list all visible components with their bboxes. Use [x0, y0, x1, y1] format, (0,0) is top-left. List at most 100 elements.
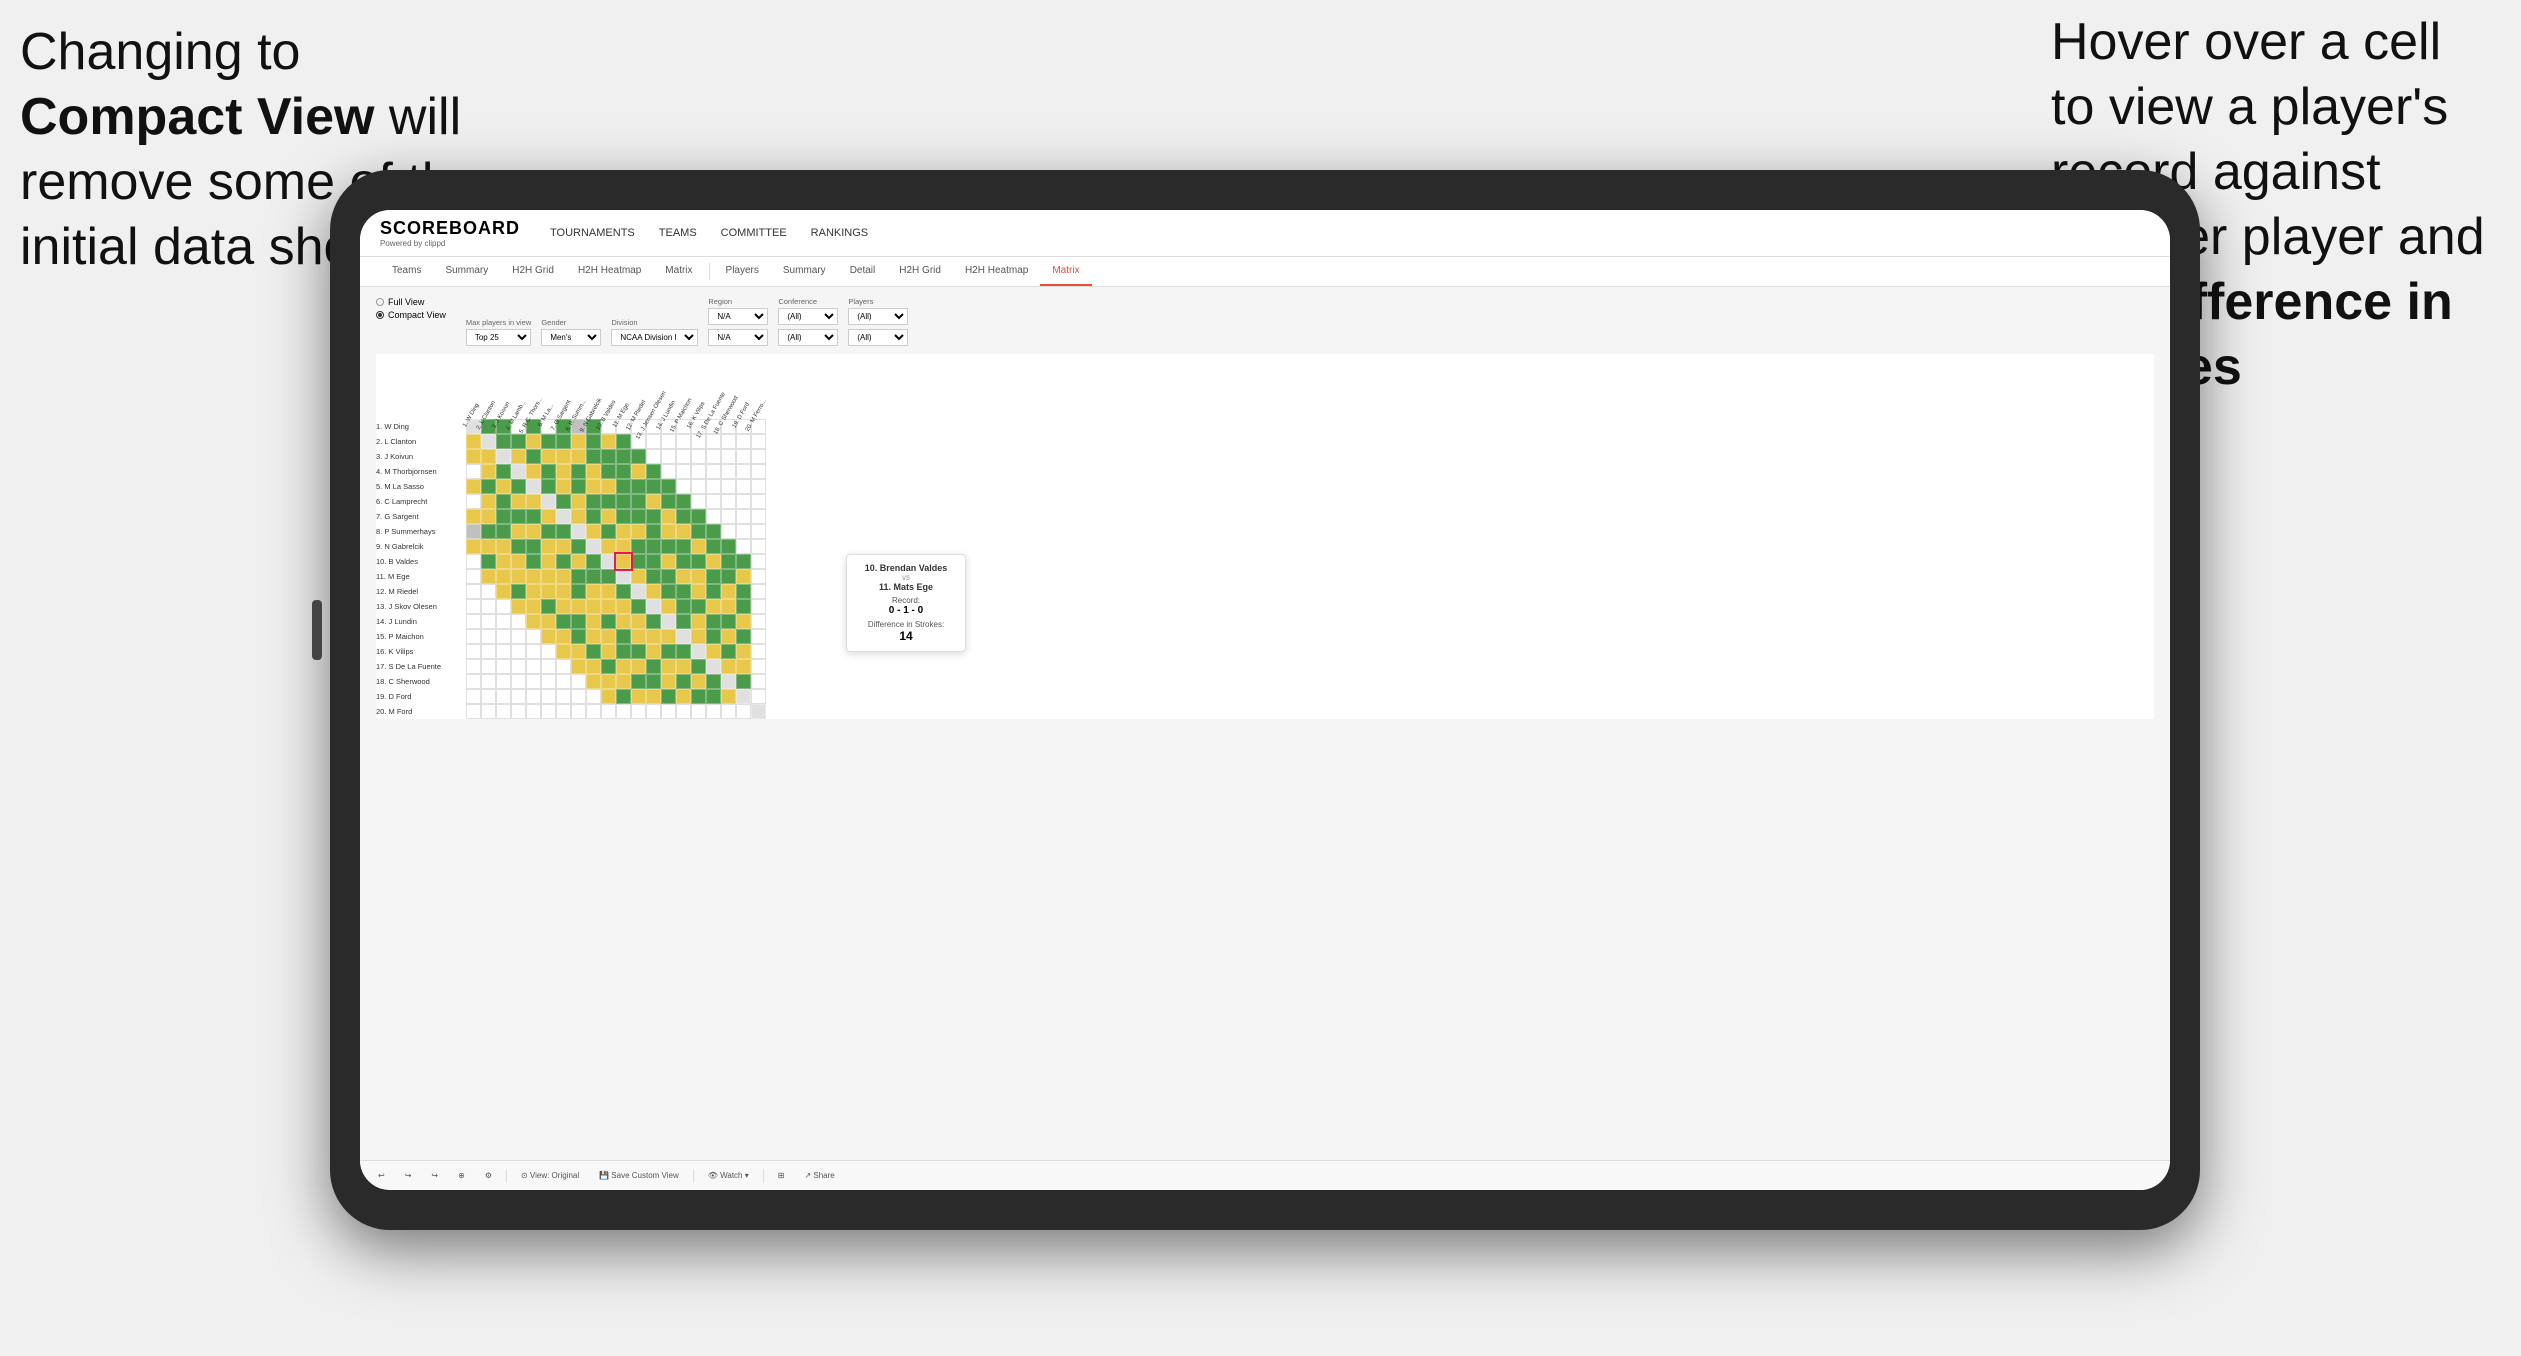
- cell-14-1[interactable]: [466, 614, 481, 629]
- cell-12-17[interactable]: [706, 584, 721, 599]
- cell-16-17[interactable]: [706, 644, 721, 659]
- cell-7-14[interactable]: [661, 509, 676, 524]
- cell-2-4[interactable]: [511, 434, 526, 449]
- filter-players-select[interactable]: (All): [848, 308, 908, 325]
- cell-5-5[interactable]: [526, 479, 541, 494]
- cell-9-8[interactable]: [571, 539, 586, 554]
- cell-19-10[interactable]: [601, 689, 616, 704]
- cell-4-2[interactable]: [481, 464, 496, 479]
- cell-15-9[interactable]: [586, 629, 601, 644]
- cell-4-4[interactable]: [511, 464, 526, 479]
- cell-13-11[interactable]: [616, 599, 631, 614]
- cell-6-18[interactable]: [721, 494, 736, 509]
- undo-btn[interactable]: ↩: [372, 1169, 391, 1182]
- cell-17-20[interactable]: [751, 659, 766, 674]
- cell-6-15[interactable]: [676, 494, 691, 509]
- cell-11-13[interactable]: [646, 569, 661, 584]
- cell-3-12[interactable]: [631, 449, 646, 464]
- cell-2-18[interactable]: [721, 434, 736, 449]
- cell-18-8[interactable]: [571, 674, 586, 689]
- share-btn[interactable]: ↗ Share: [798, 1169, 840, 1182]
- cell-4-18[interactable]: [721, 464, 736, 479]
- cell-14-4[interactable]: [511, 614, 526, 629]
- cell-13-3[interactable]: [496, 599, 511, 614]
- cell-16-4[interactable]: [511, 644, 526, 659]
- cell-6-10[interactable]: [601, 494, 616, 509]
- cell-19-14[interactable]: [661, 689, 676, 704]
- cell-7-12[interactable]: [631, 509, 646, 524]
- cell-11-7[interactable]: [556, 569, 571, 584]
- cell-12-5[interactable]: [526, 584, 541, 599]
- nav-committee[interactable]: COMMITTEE: [721, 223, 787, 243]
- cell-11-4[interactable]: [511, 569, 526, 584]
- cell-6-13[interactable]: [646, 494, 661, 509]
- cell-6-20[interactable]: [751, 494, 766, 509]
- cell-12-9[interactable]: [586, 584, 601, 599]
- cell-6-1[interactable]: [466, 494, 481, 509]
- cell-3-18[interactable]: [721, 449, 736, 464]
- cell-4-12[interactable]: [631, 464, 646, 479]
- cell-20-3[interactable]: [496, 704, 511, 719]
- cell-16-11[interactable]: [616, 644, 631, 659]
- cell-20-7[interactable]: [556, 704, 571, 719]
- cell-5-20[interactable]: [751, 479, 766, 494]
- cell-10-16[interactable]: [691, 554, 706, 569]
- full-view-option[interactable]: Full View: [376, 297, 446, 307]
- cell-3-20[interactable]: [751, 449, 766, 464]
- cell-15-15[interactable]: [676, 629, 691, 644]
- cell-5-8[interactable]: [571, 479, 586, 494]
- cell-4-3[interactable]: [496, 464, 511, 479]
- filter-region-select[interactable]: N/A: [708, 308, 768, 325]
- cell-6-17[interactable]: [706, 494, 721, 509]
- grid-btn[interactable]: ⊞: [772, 1169, 791, 1182]
- cell-16-7[interactable]: [556, 644, 571, 659]
- cell-17-16[interactable]: [691, 659, 706, 674]
- cell-4-19[interactable]: [736, 464, 751, 479]
- cell-16-19[interactable]: [736, 644, 751, 659]
- cell-8-16[interactable]: [691, 524, 706, 539]
- cell-8-7[interactable]: [556, 524, 571, 539]
- cell-6-14[interactable]: [661, 494, 676, 509]
- watch-btn[interactable]: 👁 Watch ▾: [702, 1169, 755, 1182]
- cell-6-19[interactable]: [736, 494, 751, 509]
- cell-7-4[interactable]: [511, 509, 526, 524]
- cell-3-15[interactable]: [676, 449, 691, 464]
- cell-18-4[interactable]: [511, 674, 526, 689]
- cell-17-7[interactable]: [556, 659, 571, 674]
- cell-17-6[interactable]: [541, 659, 556, 674]
- cell-7-9[interactable]: [586, 509, 601, 524]
- cell-16-1[interactable]: [466, 644, 481, 659]
- cell-16-3[interactable]: [496, 644, 511, 659]
- cell-17-12[interactable]: [631, 659, 646, 674]
- cell-11-15[interactable]: [676, 569, 691, 584]
- cell-4-6[interactable]: [541, 464, 556, 479]
- cell-16-13[interactable]: [646, 644, 661, 659]
- cell-11-16[interactable]: [691, 569, 706, 584]
- cell-4-8[interactable]: [571, 464, 586, 479]
- cell-17-11[interactable]: [616, 659, 631, 674]
- cell-2-20[interactable]: [751, 434, 766, 449]
- zoom-btn[interactable]: ⊕: [452, 1169, 471, 1182]
- cell-12-15[interactable]: [676, 584, 691, 599]
- cell-3-6[interactable]: [541, 449, 556, 464]
- save-custom-btn[interactable]: 💾 Save Custom View: [593, 1169, 685, 1182]
- cell-20-1[interactable]: [466, 704, 481, 719]
- cell-19-1[interactable]: [466, 689, 481, 704]
- cell-5-18[interactable]: [721, 479, 736, 494]
- cell-17-10[interactable]: [601, 659, 616, 674]
- cell-17-4[interactable]: [511, 659, 526, 674]
- cell-9-14[interactable]: [661, 539, 676, 554]
- cell-17-2[interactable]: [481, 659, 496, 674]
- cell-3-8[interactable]: [571, 449, 586, 464]
- cell-9-20[interactable]: [751, 539, 766, 554]
- cell-12-20[interactable]: [751, 584, 766, 599]
- cell-17-14[interactable]: [661, 659, 676, 674]
- cell-2-7[interactable]: [556, 434, 571, 449]
- cell-13-2[interactable]: [481, 599, 496, 614]
- cell-14-13[interactable]: [646, 614, 661, 629]
- cell-15-14[interactable]: [661, 629, 676, 644]
- cell-12-10[interactable]: [601, 584, 616, 599]
- cell-7-8[interactable]: [571, 509, 586, 524]
- cell-5-16[interactable]: [691, 479, 706, 494]
- cell-3-11[interactable]: [616, 449, 631, 464]
